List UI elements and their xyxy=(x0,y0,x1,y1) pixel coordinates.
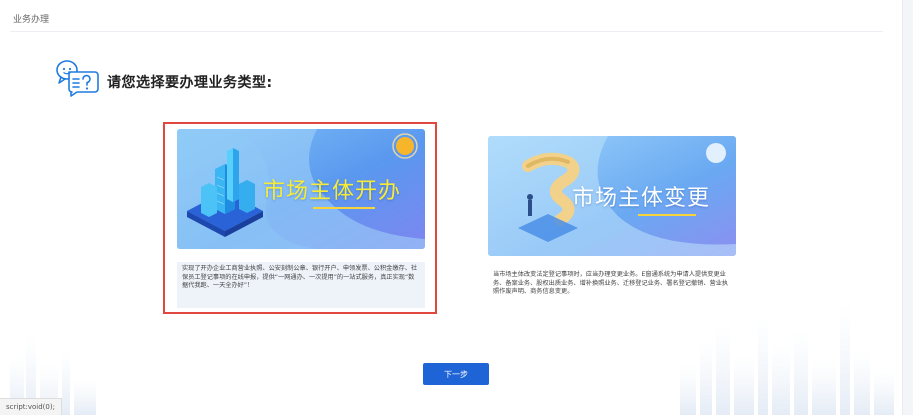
card-description: 当市场主体改变法定登记事项时，应当办理变更业务。E窗通系统为申请人提供变更业务、… xyxy=(488,268,736,308)
browser-status-bar: script:void(0); xyxy=(0,398,62,415)
title-underline xyxy=(313,207,375,209)
card-description: 实现了开办企业工商营业执照、公安刻制公章、银行开户、申领发票、公积金缴存、社保员… xyxy=(177,262,425,308)
question-chat-icon xyxy=(56,60,99,97)
main-page: 业务办理 请您选择要办理业务类型: 市场主体开办 实现了开办企业工商营业执照、公… xyxy=(0,0,903,415)
city-skyline-decoration xyxy=(10,305,894,415)
business-type-card-change[interactable]: 市场主体变更 当市场主体改变法定登记事项时，应当办理变更业务。E窗通系统为申请人… xyxy=(478,129,744,315)
card-banner: 市场主体开办 xyxy=(177,129,425,249)
business-type-card-open[interactable]: 市场主体开办 实现了开办企业工商营业执照、公安刻制公章、银行开户、申领发票、公积… xyxy=(163,122,437,314)
card-banner: 市场主体变更 xyxy=(488,136,736,256)
breadcrumb-divider xyxy=(10,31,883,32)
card-title: 市场主体变更 xyxy=(572,186,711,211)
right-scroll-rail[interactable] xyxy=(902,0,913,415)
title-underline xyxy=(638,214,696,216)
page-title: 请您选择要办理业务类型: xyxy=(107,75,273,91)
breadcrumb: 业务办理 xyxy=(13,15,50,25)
next-step-button[interactable]: 下一步 xyxy=(423,363,489,385)
card-title: 市场主体开办 xyxy=(263,179,402,204)
